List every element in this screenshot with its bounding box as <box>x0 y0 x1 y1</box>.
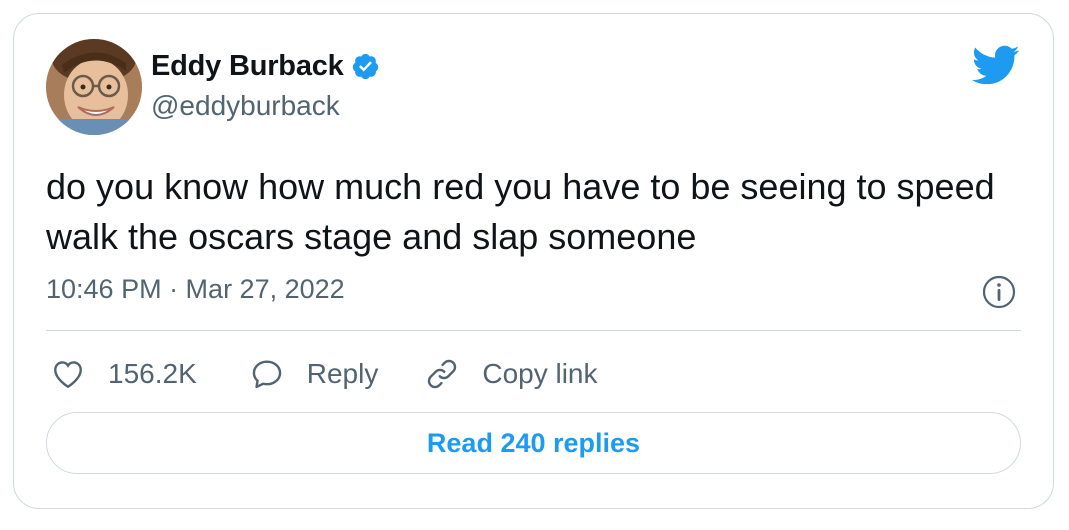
divider <box>46 330 1021 331</box>
twitter-bird-icon[interactable] <box>970 44 1020 86</box>
copy-link-label: Copy link <box>482 358 598 389</box>
tweet-text: do you know how much red you have to be … <box>46 166 995 257</box>
read-replies-button[interactable]: Read 240 replies <box>46 412 1021 474</box>
heart-icon <box>54 361 82 389</box>
avatar[interactable] <box>46 39 142 135</box>
reply-label: Reply <box>306 358 379 389</box>
author-display-name[interactable]: Eddy Burback <box>151 50 344 83</box>
like-count: 156.2K <box>108 358 197 389</box>
author-name-row: Eddy Burback <box>151 48 380 84</box>
avatar-image <box>46 39 142 135</box>
speech-bubble-icon <box>252 360 281 389</box>
author-handle[interactable]: @eddyburback <box>151 90 340 122</box>
like-button[interactable]: 156.2K <box>50 356 197 392</box>
verified-badge-icon <box>351 52 380 81</box>
reply-button[interactable]: Reply <box>249 356 379 392</box>
copy-link-button[interactable]: Copy link <box>424 356 598 392</box>
tweet-card: Eddy Burback @eddyburback do you know ho… <box>13 13 1054 509</box>
link-icon <box>428 359 457 389</box>
info-icon[interactable] <box>981 274 1017 310</box>
tweet-timestamp[interactable]: 10:46 PM · Mar 27, 2022 <box>46 274 345 305</box>
action-bar: 156.2K Reply Copy link <box>50 350 598 398</box>
